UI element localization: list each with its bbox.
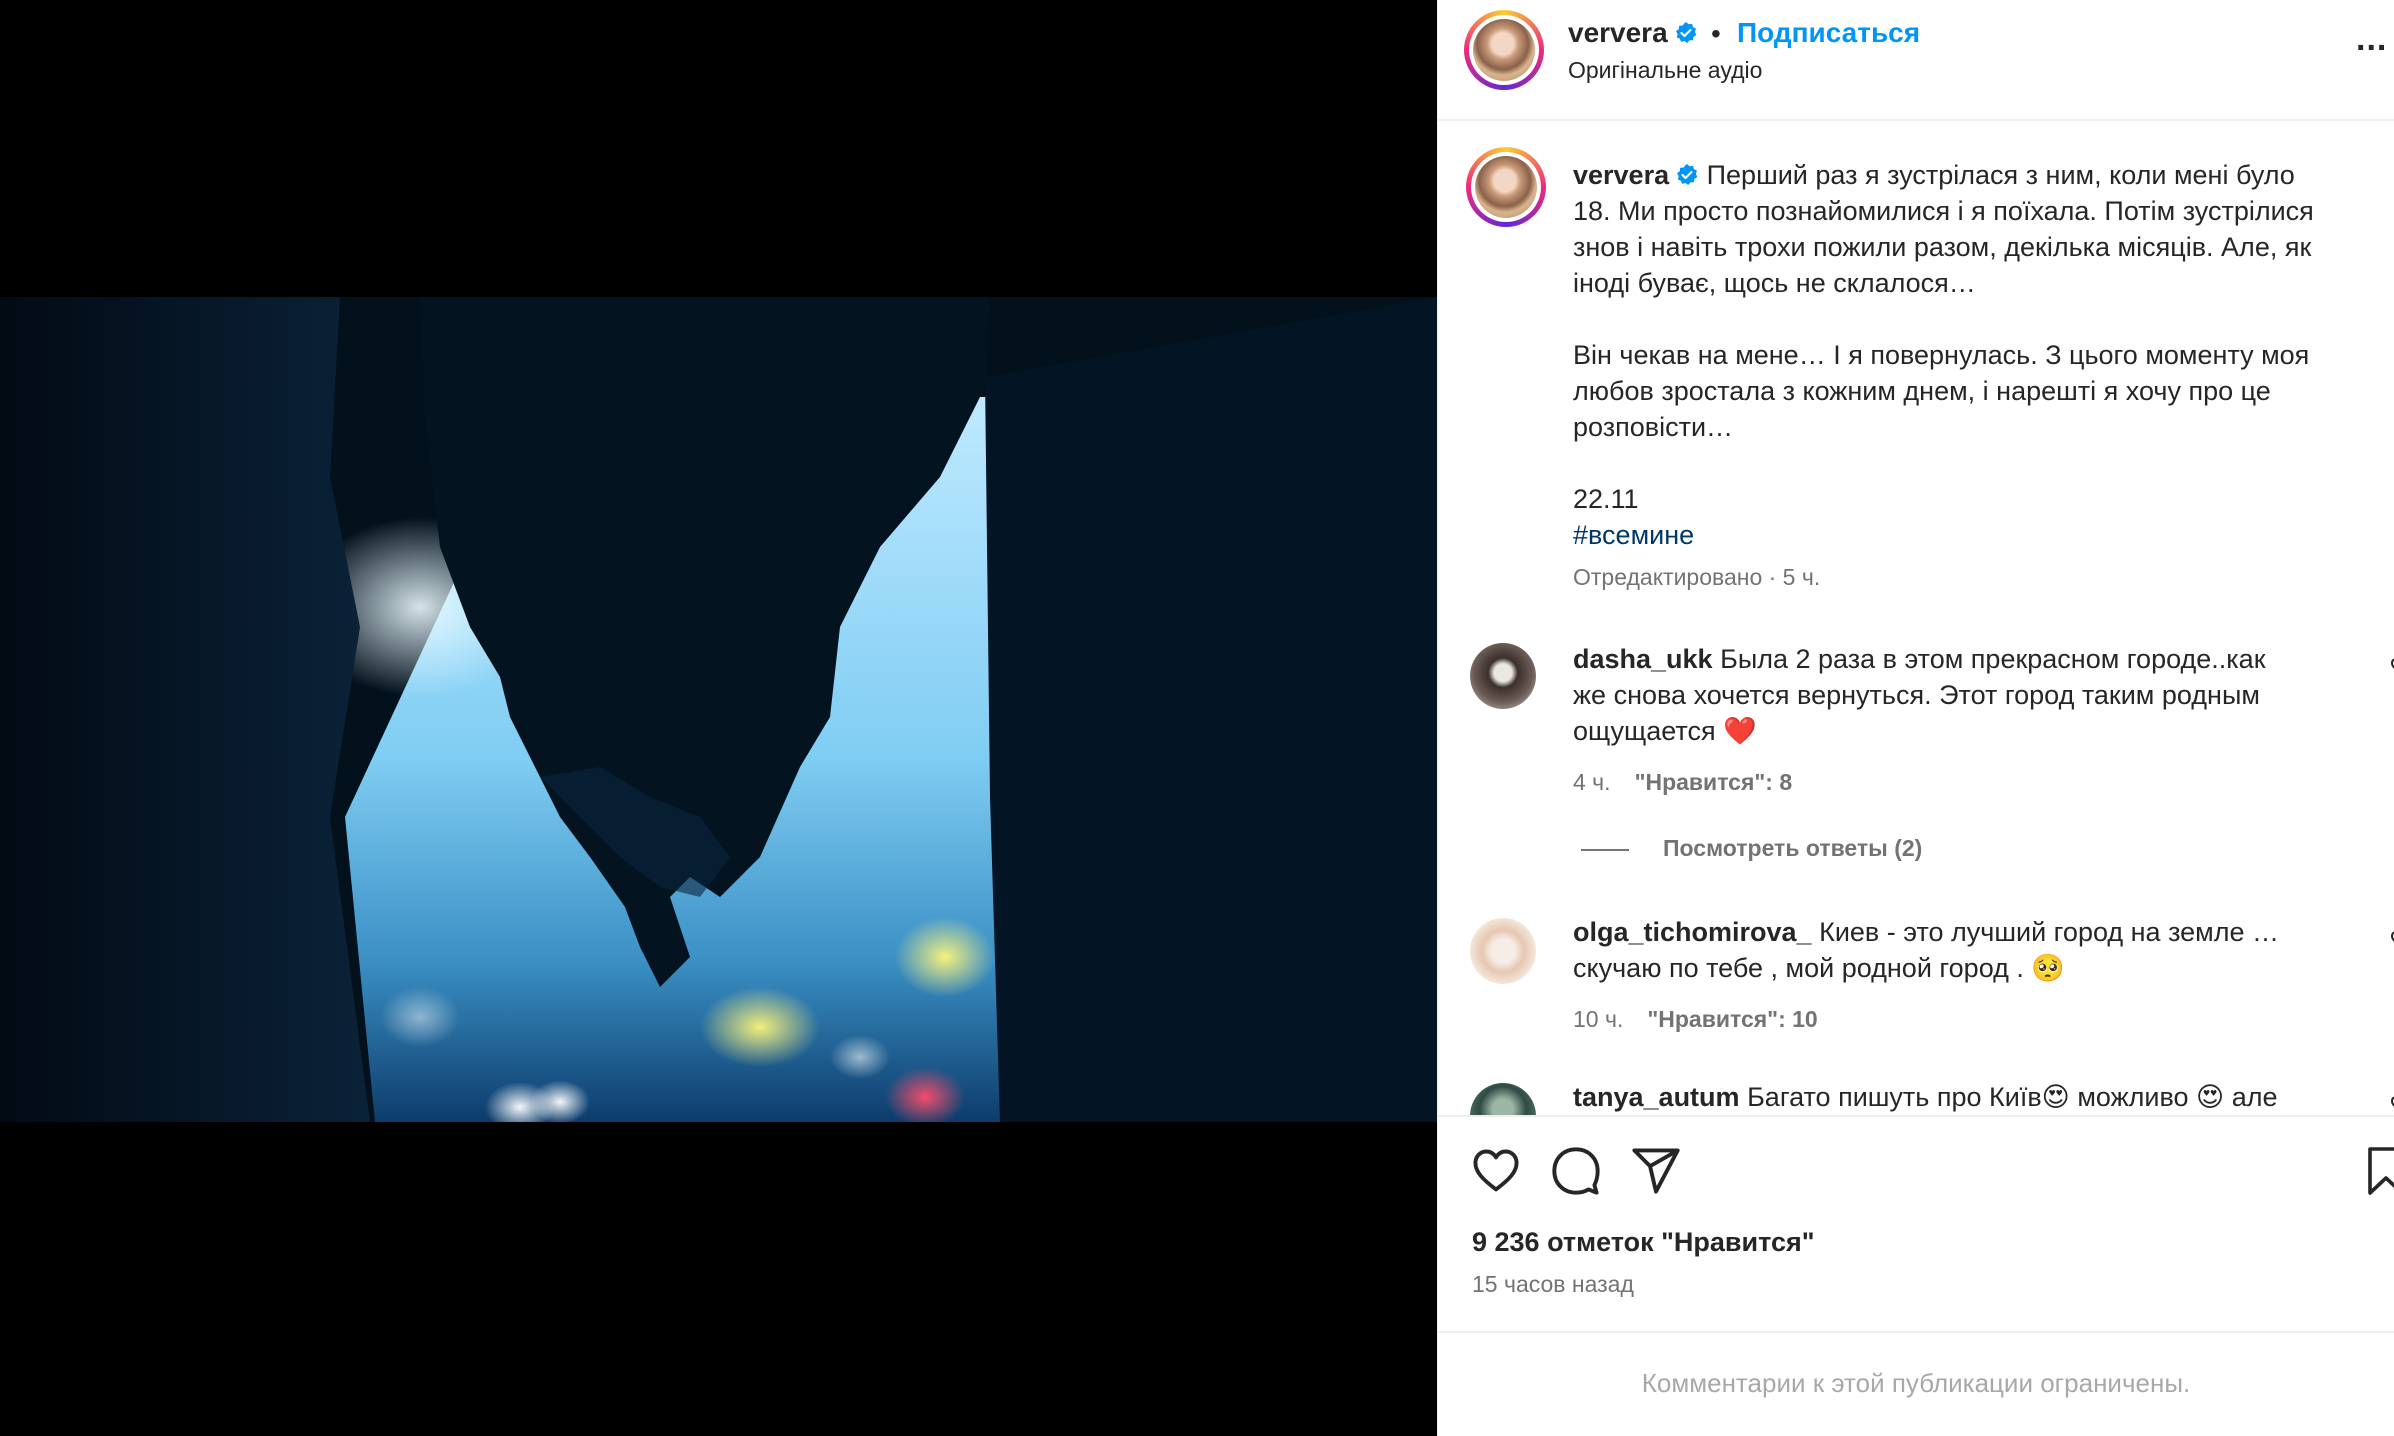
more-icon[interactable]: ... (2356, 20, 2387, 59)
commenter-avatar[interactable] (1470, 643, 1536, 709)
commenter-avatar[interactable] (1470, 918, 1536, 984)
author-avatar[interactable] (1464, 10, 1544, 90)
share-icon[interactable] (1630, 1145, 1682, 1197)
caption-meta: Отредактировано · 5 ч. (1573, 564, 1821, 590)
follow-button[interactable]: Подписаться (1737, 17, 1920, 49)
verified-badge-icon (1677, 164, 1698, 185)
caption-author-avatar[interactable] (1466, 147, 1546, 227)
heart-icon[interactable] (2386, 655, 2394, 675)
comment-text: скучаю по тебе , мой родной город . 🥺 (1573, 953, 2065, 983)
caption-text-line: знов і навіть трохи пожили разом, декіль… (1573, 232, 2312, 262)
author-name-row: ververa (1568, 17, 1698, 49)
video-player[interactable] (0, 297, 1437, 1122)
comment-text: же снова хочется вернуться. Этот город т… (1573, 680, 2260, 710)
post-caption: ververa Перший раз я зустрілася з ним, к… (1573, 157, 2363, 553)
comment-text: ощущается ❤️ (1573, 716, 1757, 746)
media-area (0, 0, 1437, 1436)
caption-text-line: розповісти… (1573, 412, 1734, 442)
caption-username[interactable]: ververa (1573, 160, 1669, 190)
post-timestamp[interactable]: 15 часов назад (1472, 1271, 1634, 1298)
heart-icon[interactable] (1470, 1145, 1522, 1197)
bookmark-icon[interactable] (2366, 1145, 2394, 1197)
comment-likes[interactable]: "Нравится": 10 (1647, 1006, 1817, 1032)
separator-dot: • (1711, 18, 1721, 49)
caption-text-line: Перший раз я зустрілася з ним, коли мені… (1706, 160, 2295, 190)
commenter-username[interactable]: dasha_ukk (1573, 644, 1713, 674)
comment-text: Была 2 раза в этом прекрасном городе..ка… (1720, 644, 2266, 674)
video-still (0, 297, 1437, 1122)
heart-icon[interactable] (2386, 1093, 2394, 1113)
caption-text-line: Він чекав на мене… І я повернулась. З ць… (1573, 340, 2310, 370)
caption-text-line: іноді буває, щось не склалося… (1573, 268, 1976, 298)
comment-time[interactable]: 10 ч. (1573, 1006, 1623, 1032)
comment-text: Багато пишуть про Київ😍 можливо 😍 але (1747, 1082, 2278, 1112)
comment-icon[interactable] (1550, 1145, 1602, 1197)
likes-count[interactable]: 9 236 отметок "Нравится" (1472, 1227, 1815, 1258)
caption-date: 22.11 (1573, 484, 1639, 514)
audio-label[interactable]: Оригінальне аудіо (1568, 57, 1762, 84)
comment-text: Киев - это лучший город на земле … (1819, 917, 2279, 947)
author-username[interactable]: ververa (1568, 17, 1668, 48)
commenter-username[interactable]: olga_tichomirova_ (1573, 917, 1812, 947)
view-replies-label: Посмотреть ответы (2) (1663, 835, 1923, 861)
caption-text-line: любов зростала з кожним днем, і нарешті … (1573, 376, 2271, 406)
commenter-username[interactable]: tanya_autum (1573, 1082, 1740, 1112)
comment-likes[interactable]: "Нравится": 8 (1635, 769, 1793, 795)
commenter-avatar[interactable] (1470, 1083, 1536, 1115)
comments-limited-notice: Комментарии к этой публикации ограничены… (1438, 1331, 2394, 1436)
caption-text-line: 18. Ми просто познайомилися і я поїхала.… (1573, 196, 2314, 226)
comment-time[interactable]: 4 ч. (1573, 769, 1611, 795)
view-replies-button[interactable]: Посмотреть ответы (2) (1581, 835, 1922, 862)
post-header: ververa • Подписаться Оригінальне аудіо … (1438, 0, 2394, 121)
heart-icon[interactable] (2386, 928, 2394, 948)
hashtag-link[interactable]: #всемине (1573, 517, 2363, 553)
verified-badge-icon (1675, 22, 1696, 43)
post-details-panel: ververa • Подписаться Оригінальне аудіо … (1437, 0, 2394, 1436)
post-actions: 9 236 отметок "Нравится" 15 часов назад (1438, 1115, 2394, 1331)
comments-list[interactable]: ververa Перший раз я зустрілася з ним, к… (1438, 121, 2394, 1115)
